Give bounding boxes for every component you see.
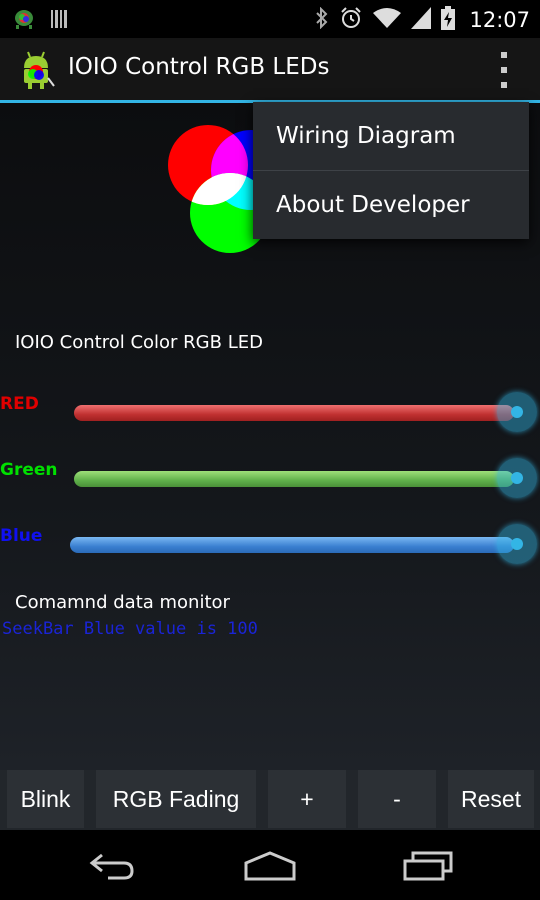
overflow-menu-icon — [501, 52, 507, 58]
blink-button[interactable]: Blink — [7, 770, 84, 828]
status-bar: 12:07 — [0, 0, 540, 38]
battery-charging-icon — [441, 6, 456, 34]
bluetooth-icon — [315, 6, 329, 33]
monitor-output: SeekBar Blue value is 100 — [2, 619, 258, 639]
green-seekbar-thumb[interactable] — [497, 458, 537, 498]
green-seekbar-track — [74, 471, 514, 487]
wifi-icon — [373, 7, 402, 33]
increase-button[interactable]: + — [268, 770, 346, 828]
overflow-dot — [501, 67, 507, 73]
reset-button[interactable]: Reset — [448, 770, 534, 828]
signal-icon — [411, 7, 432, 33]
barcode-icon — [50, 9, 70, 33]
recent-apps-button[interactable] — [398, 846, 458, 886]
red-seekbar-track — [74, 405, 514, 421]
home-button[interactable] — [240, 846, 300, 886]
navigation-bar — [0, 830, 540, 900]
overflow-menu-button[interactable] — [494, 52, 514, 88]
decrease-button[interactable]: - — [358, 770, 436, 828]
blue-seekbar-track — [70, 537, 514, 553]
back-icon — [89, 853, 134, 880]
monitor-title: Comamnd data monitor — [15, 592, 230, 613]
clock: 12:07 — [469, 8, 530, 32]
blue-seekbar-thumb[interactable] — [497, 524, 537, 564]
recent-apps-icon — [403, 851, 453, 881]
rgb-fading-button[interactable]: RGB Fading — [96, 770, 256, 828]
overflow-menu: Wiring Diagram About Developer — [253, 102, 529, 239]
blue-label: Blue — [0, 526, 43, 546]
action-bar: IOIO Control RGB LEDs — [0, 38, 540, 100]
app-icon[interactable] — [16, 50, 56, 90]
red-seekbar-thumb[interactable] — [497, 392, 537, 432]
overflow-dot — [501, 82, 507, 88]
green-seekbar[interactable] — [74, 458, 537, 498]
menu-item-wiring-diagram[interactable]: Wiring Diagram — [253, 102, 529, 170]
button-row: Blink RGB Fading + - Reset — [0, 770, 540, 830]
android-debug-icon — [12, 8, 36, 34]
section-title: IOIO Control Color RGB LED — [15, 332, 263, 353]
green-label: Green — [0, 460, 58, 480]
menu-item-about-developer[interactable]: About Developer — [253, 171, 529, 239]
red-seekbar[interactable] — [74, 392, 537, 432]
red-label: RED — [0, 394, 39, 414]
app-title: IOIO Control RGB LEDs — [68, 54, 330, 80]
back-button[interactable] — [82, 846, 142, 886]
alarm-icon — [339, 6, 363, 34]
blue-seekbar[interactable] — [70, 524, 537, 564]
home-icon — [244, 851, 296, 881]
